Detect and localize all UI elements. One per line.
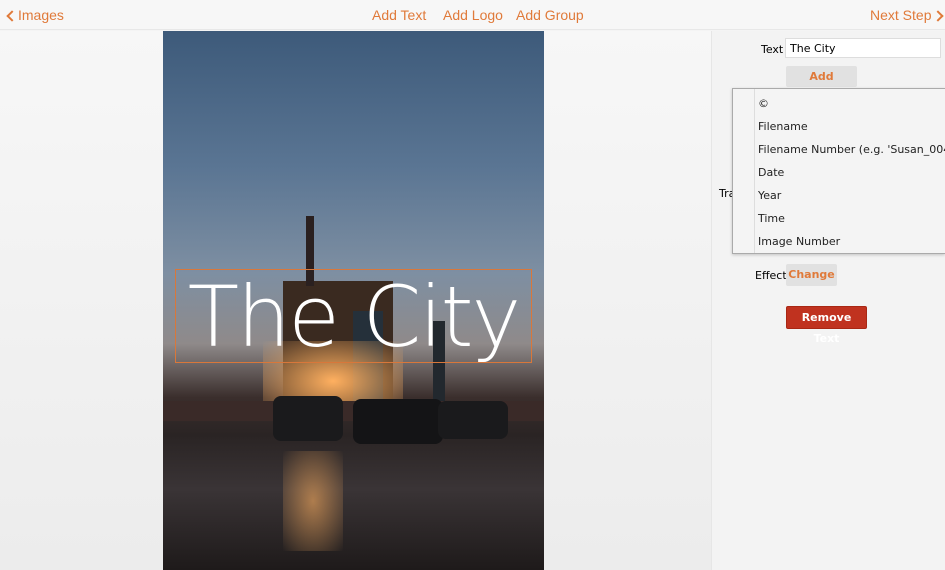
symbol-menu: © Filename Filename Number (e.g. 'Susan_… bbox=[732, 88, 945, 254]
text-overlay[interactable]: The City bbox=[175, 269, 532, 363]
canvas-margin-right bbox=[544, 31, 711, 570]
top-nav: Images Add Text Add Logo Add Group Next … bbox=[0, 0, 945, 30]
back-to-images-link[interactable]: Images bbox=[6, 7, 64, 23]
symbol-menu-item[interactable]: Time bbox=[758, 212, 785, 225]
add-symbol-button[interactable]: Add Symbol bbox=[786, 66, 857, 104]
effect-label: Effect bbox=[755, 269, 787, 282]
symbol-menu-item[interactable]: © bbox=[758, 97, 769, 110]
symbol-menu-item[interactable]: Date bbox=[758, 166, 784, 179]
add-group-link[interactable]: Add Group bbox=[516, 7, 584, 23]
symbol-menu-item[interactable]: Filename Number (e.g. 'Susan_004.jpg') bbox=[758, 143, 945, 156]
symbol-menu-item[interactable]: Year bbox=[758, 189, 781, 202]
canvas-margin-left bbox=[0, 31, 163, 570]
add-text-link[interactable]: Add Text bbox=[372, 7, 426, 23]
symbol-menu-item[interactable]: Image Number bbox=[758, 235, 840, 248]
change-effect-button[interactable]: Change bbox=[786, 264, 837, 286]
chevron-right-icon bbox=[932, 10, 945, 22]
remove-text-button[interactable]: Remove Text bbox=[786, 306, 867, 345]
text-input[interactable] bbox=[785, 38, 941, 58]
next-step-link[interactable]: Next Step bbox=[870, 7, 945, 23]
text-label: Text bbox=[761, 43, 784, 56]
chevron-left-icon bbox=[6, 10, 18, 22]
add-logo-link[interactable]: Add Logo bbox=[443, 7, 503, 23]
symbol-menu-item[interactable]: Filename bbox=[758, 120, 808, 133]
